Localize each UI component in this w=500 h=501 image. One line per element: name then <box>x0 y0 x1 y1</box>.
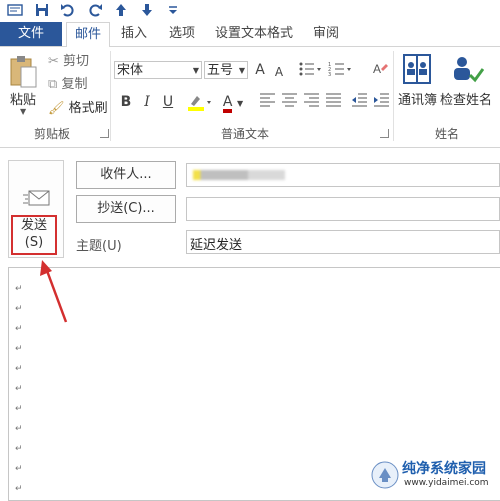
basic-text-group-label: 普通文本 <box>220 127 269 141</box>
chevron-down-icon: ▼ <box>238 66 245 75</box>
bullets-icon[interactable] <box>298 60 324 80</box>
grow-font-button[interactable]: A <box>252 60 268 80</box>
copy-label: 复制 <box>61 77 88 92</box>
numbering-icon[interactable]: 123 <box>328 60 354 80</box>
up-icon[interactable] <box>112 2 130 20</box>
redo-icon[interactable] <box>86 2 104 20</box>
send-label-highlight: 发送 (S) <box>11 215 57 255</box>
tab-review[interactable]: 审阅 <box>306 22 346 46</box>
paragraph-mark-icon: ↵ <box>15 384 23 394</box>
check-names-button[interactable]: 检查姓名 <box>440 89 492 108</box>
format-painter-button[interactable]: 🖌 格式刷 <box>48 100 108 118</box>
paragraph-mark-icon: ↵ <box>15 424 23 434</box>
send-button[interactable]: 发送 (S) <box>8 160 64 258</box>
paste-button[interactable]: 粘贴 <box>10 89 36 108</box>
clear-formatting-icon[interactable]: A <box>370 60 390 80</box>
ribbon-tabs: 文件 邮件 插入 选项 设置文本格式 审阅 <box>0 22 500 48</box>
down-icon[interactable] <box>138 2 156 20</box>
customize-icon[interactable] <box>164 2 182 20</box>
highlight-button[interactable] <box>186 92 214 112</box>
align-right-icon[interactable] <box>302 92 322 112</box>
paste-icon[interactable] <box>8 53 38 93</box>
paragraph-mark-icon: ↵ <box>15 444 23 454</box>
send-icon <box>23 189 51 212</box>
address-book-icon[interactable] <box>400 53 434 87</box>
subject-field[interactable]: 延迟发送 <box>186 230 500 254</box>
svg-text:3: 3 <box>328 72 331 78</box>
cut-label: 剪切 <box>63 54 90 69</box>
copy-button[interactable]: ⧉ 复制 <box>48 76 87 94</box>
tab-insert[interactable]: 插入 <box>114 22 154 46</box>
send-label: 发送 <box>20 218 47 233</box>
paragraph-mark-icon: ↵ <box>15 324 23 334</box>
undo-icon[interactable] <box>59 2 77 20</box>
subject-value: 延迟发送 <box>190 238 243 253</box>
to-field[interactable] <box>186 163 500 187</box>
basic-text-launcher-icon[interactable] <box>380 129 389 138</box>
recipient-blurred <box>193 170 285 180</box>
to-button[interactable]: 收件人... <box>76 161 176 189</box>
svg-text:A: A <box>373 62 381 76</box>
watermark-title: 纯净系统家园 <box>402 461 486 477</box>
paragraph-mark-icon: ↵ <box>15 284 23 294</box>
font-size-value: 五号 <box>207 63 234 78</box>
outlook-icon[interactable] <box>6 2 24 20</box>
bold-button[interactable]: B <box>118 92 134 112</box>
chevron-down-icon: ▼ <box>236 99 244 108</box>
font-name-combo[interactable]: 宋体 ▼ <box>114 61 202 79</box>
send-shortcut: (S) <box>24 235 44 250</box>
paste-dropdown-icon[interactable]: ▼ <box>20 107 26 116</box>
watermark: 纯净系统家园 www.yidaimei.com <box>370 456 498 496</box>
scissors-icon: ✂ <box>48 54 59 69</box>
align-left-icon[interactable] <box>258 92 278 112</box>
tab-file[interactable]: 文件 <box>0 22 62 46</box>
font-color-glyph: A <box>222 95 233 113</box>
italic-button[interactable]: I <box>140 92 154 112</box>
underline-button[interactable]: U <box>160 92 176 112</box>
cut-button[interactable]: ✂ 剪切 <box>48 53 89 71</box>
copy-icon: ⧉ <box>48 77 58 92</box>
group-divider <box>393 51 394 141</box>
group-divider <box>110 51 111 141</box>
compose-area: 发送 (S) 收件人... 抄送(C)... 主题(U) 延迟发送 ↵ ↵ ↵ … <box>0 148 500 501</box>
tab-mail[interactable]: 邮件 <box>66 22 110 48</box>
cc-field[interactable] <box>186 197 500 221</box>
watermark-logo-icon <box>370 460 400 490</box>
annotation-arrow-icon <box>40 260 68 323</box>
shrink-font-button[interactable]: A <box>272 62 286 82</box>
decrease-indent-icon[interactable] <box>350 92 370 112</box>
clipboard-launcher-icon[interactable] <box>100 129 109 138</box>
font-color-button[interactable]: A ▼ <box>218 92 248 113</box>
increase-indent-icon[interactable] <box>372 92 392 112</box>
font-name-value: 宋体 <box>117 63 144 78</box>
format-painter-icon: 🖌 <box>48 101 65 116</box>
chevron-down-icon: ▼ <box>192 66 199 75</box>
paragraph-mark-icon: ↵ <box>15 344 23 354</box>
paragraph-mark-icon: ↵ <box>15 304 23 314</box>
paragraph-mark-icon: ↵ <box>15 364 23 374</box>
check-names-icon[interactable] <box>450 53 485 87</box>
tab-options[interactable]: 选项 <box>162 22 202 46</box>
save-icon[interactable] <box>33 2 51 20</box>
address-book-button[interactable]: 通讯簿 <box>398 89 437 108</box>
paragraph-mark-icon: ↵ <box>15 404 23 414</box>
paragraph-mark-icon: ↵ <box>15 484 23 494</box>
ribbon: 粘贴 ▼ ✂ 剪切 ⧉ 复制 🖌 格式刷 剪贴板 宋体 ▼ 五号 ▼ A A 1… <box>0 47 500 148</box>
names-group-label: 姓名 <box>434 127 459 141</box>
format-painter-label: 格式刷 <box>68 101 108 116</box>
clipboard-group-label: 剪贴板 <box>33 127 70 141</box>
font-size-combo[interactable]: 五号 ▼ <box>204 61 248 79</box>
align-center-icon[interactable] <box>280 92 300 112</box>
subject-label: 主题(U) <box>76 239 122 254</box>
paragraph-mark-icon: ↵ <box>15 464 23 474</box>
cc-button[interactable]: 抄送(C)... <box>76 195 176 223</box>
quick-access-toolbar <box>0 0 500 22</box>
watermark-url: www.yidaimei.com <box>404 478 489 488</box>
tab-format-text[interactable]: 设置文本格式 <box>210 22 298 46</box>
justify-icon[interactable] <box>324 92 344 112</box>
